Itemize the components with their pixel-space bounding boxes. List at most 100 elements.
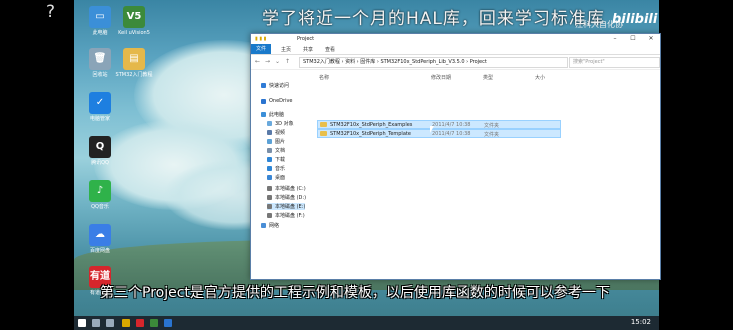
nav-item[interactable]: 图片	[267, 138, 285, 145]
nav-item-icon	[261, 112, 266, 117]
nav-item[interactable]: 音乐	[267, 165, 285, 172]
nav-item-icon	[261, 98, 266, 104]
ribbon-tabs: 文件 主页 共享 查看	[251, 44, 660, 55]
shortcut-icon: ▤	[123, 48, 145, 70]
back-arrow-icon[interactable]: ←	[255, 58, 260, 65]
nav-item[interactable]: 本地磁盘 (E:)	[267, 203, 306, 210]
tab-share[interactable]: 共享	[303, 46, 313, 53]
nav-item-label: 网络	[269, 223, 280, 229]
column-header-name[interactable]: 名称	[319, 74, 329, 81]
nav-item[interactable]: 网络	[261, 222, 279, 229]
bilibili-logo: bilibili	[612, 12, 658, 27]
nav-item[interactable]: OneDrive	[261, 98, 293, 104]
nav-item[interactable]: 桌面	[267, 174, 285, 181]
nav-item-icon	[267, 130, 272, 135]
nav-item-label: 3D 对象	[275, 121, 294, 127]
window-titlebar[interactable]: ▮ ▮ ▮ Project – ☐ ✕	[251, 34, 660, 44]
list-item[interactable]: STM32F10x_StdPeriph_Template 2011/4/7 10…	[317, 129, 561, 138]
mouse-cursor-icon	[430, 126, 434, 133]
nav-item-icon	[267, 121, 272, 126]
desktop-shortcut[interactable]: ✓ 电脑管家	[80, 92, 120, 122]
nav-item-label: 快速访问	[269, 83, 290, 89]
window-title: Project	[297, 36, 315, 42]
column-header-size[interactable]: 大小	[535, 74, 545, 81]
nav-item-icon	[261, 83, 266, 88]
nav-item-icon	[261, 223, 266, 228]
nav-item-icon	[267, 166, 272, 171]
minimize-button[interactable]: –	[606, 34, 624, 44]
taskbar-clock[interactable]: 15:02	[631, 318, 651, 326]
tab-view[interactable]: 查看	[325, 46, 335, 53]
taskbar: 15:02	[74, 316, 659, 330]
list-item[interactable]: STM32F10x_StdPeriph_Examples 2011/4/7 10…	[317, 120, 561, 129]
quick-access-toolbar-icon[interactable]: ▮ ▮ ▮	[255, 36, 266, 42]
app-taskbar-icon[interactable]	[136, 319, 144, 327]
nav-item-label: 文档	[275, 148, 286, 154]
tab-file[interactable]: 文件	[251, 44, 271, 54]
nav-item-label: 本地磁盘 (C:)	[275, 186, 306, 192]
task-view-icon[interactable]	[106, 319, 114, 327]
nav-item[interactable]: 3D 对象	[267, 120, 294, 127]
file-date: 2011/4/7 10:38	[432, 122, 471, 128]
nav-item[interactable]: 视频	[267, 129, 285, 136]
desktop-shortcut[interactable]: Q 腾讯QQ	[80, 136, 120, 166]
nav-item[interactable]: 此电脑	[261, 111, 284, 118]
recent-chevron-icon[interactable]: ⌄	[275, 58, 280, 65]
nav-item[interactable]: 本地磁盘 (C:)	[267, 185, 306, 192]
nav-item[interactable]: 下载	[267, 156, 285, 163]
nav-item[interactable]: 文档	[267, 147, 285, 154]
navigation-pane: 快速访问 OneDrive 此电脑 3D 对象视频图片文档下载音乐桌面本地磁盘 (C:…	[251, 68, 313, 278]
left-letterbox	[0, 30, 74, 316]
up-arrow-icon[interactable]: ↑	[285, 58, 290, 65]
desktop-shortcut[interactable]: ☁ 百度网盘	[80, 224, 120, 254]
nav-item-label: 音乐	[275, 166, 286, 172]
address-bar[interactable]: STM32入门教程 › 资料 › 固件库 › STM32F10x_StdPeri…	[299, 57, 568, 68]
nav-item-label: 本地磁盘 (E:)	[275, 204, 306, 210]
desktop-shortcut[interactable]: V5 Keil uVision5	[114, 6, 154, 36]
shortcut-label: 腾讯QQ	[91, 160, 109, 166]
nav-item[interactable]: 本地磁盘 (F:)	[267, 212, 305, 219]
shortcut-icon: ♪	[89, 180, 111, 202]
keil-taskbar-icon[interactable]	[150, 319, 158, 327]
column-header-type[interactable]: 类型	[483, 74, 493, 81]
nav-item[interactable]: 本地磁盘 (D:)	[267, 194, 306, 201]
right-letterbox	[659, 30, 733, 316]
tab-home[interactable]: 主页	[281, 46, 291, 53]
shortcut-icon: V5	[123, 6, 145, 28]
start-icon[interactable]	[78, 319, 86, 327]
search-icon[interactable]	[92, 319, 100, 327]
desktop-shortcut[interactable]: ▤ STM32入门教程	[114, 48, 154, 78]
forward-arrow-icon[interactable]: →	[265, 58, 270, 65]
nav-item-label: 桌面	[275, 175, 286, 181]
nav-item-icon	[267, 139, 272, 144]
nav-item-icon	[267, 148, 272, 153]
file-explorer-window[interactable]: ▮ ▮ ▮ Project – ☐ ✕ 文件 主页 共享 查看 ← → ⌄ ↑ …	[250, 33, 661, 280]
file-list: 名称 修改日期 类型 大小 STM32F10x_StdPeriph_Exampl…	[315, 68, 660, 278]
shortcut-label: STM32入门教程	[115, 72, 153, 78]
nav-item-label: 下载	[275, 157, 286, 163]
shortcut-label: 百度网盘	[89, 248, 110, 254]
desktop-shortcut[interactable]: ♪ QQ音乐	[80, 180, 120, 210]
nav-item-label: 图片	[275, 139, 286, 145]
shortcut-label: 电脑管家	[89, 116, 110, 122]
close-button[interactable]: ✕	[642, 34, 660, 44]
shortcut-label: Keil uVision5	[118, 30, 150, 36]
nav-item-icon	[267, 204, 272, 209]
browser-taskbar-icon[interactable]	[164, 319, 172, 327]
help-icon[interactable]: ?	[46, 2, 55, 22]
file-type: 文件夹	[484, 123, 500, 129]
shortcut-icon: ☁	[89, 224, 111, 246]
nav-item[interactable]: 快速访问	[261, 82, 289, 89]
nav-item-icon	[267, 186, 272, 191]
nav-item-icon	[267, 175, 272, 180]
maximize-button[interactable]: ☐	[624, 34, 642, 44]
explorer-taskbar-icon[interactable]	[122, 319, 130, 327]
subtitle-caption: 第三个Project是官方提供的工程示例和模板，以后使用库函数的时候可以参考一下	[100, 285, 610, 301]
column-header-date[interactable]: 修改日期	[431, 74, 451, 81]
file-name: STM32F10x_StdPeriph_Examples	[330, 122, 413, 128]
shortcut-label: QQ音乐	[91, 204, 109, 210]
search-input[interactable]: 搜索"Project"	[569, 57, 660, 68]
nav-item-icon	[267, 157, 272, 162]
nav-item-icon	[267, 213, 272, 218]
folder-icon	[320, 122, 327, 127]
